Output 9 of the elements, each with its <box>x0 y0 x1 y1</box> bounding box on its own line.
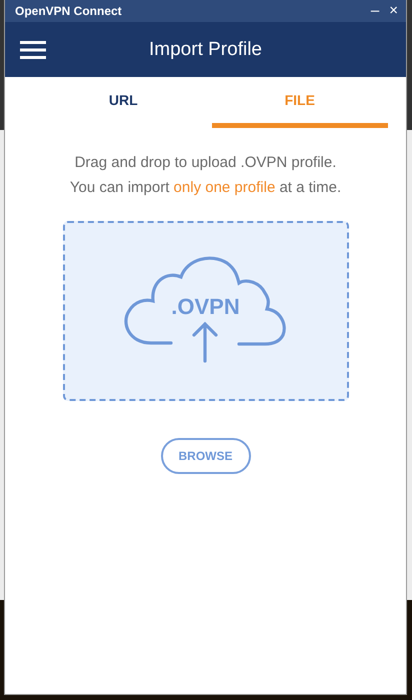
page-title: Import Profile <box>149 38 262 60</box>
tab[interactable]: URL <box>35 77 212 128</box>
window-title: OpenVPN Connect <box>15 4 122 18</box>
minimize-button[interactable]: – <box>366 2 384 20</box>
menu-icon[interactable] <box>20 40 46 60</box>
file-type-label: .OVPN <box>171 294 240 320</box>
instruction-text: Drag and drop to upload .OVPN profile. <box>74 153 338 173</box>
close-button[interactable]: × <box>385 2 402 20</box>
instruction-text: You can import only one profile at a time. <box>70 178 342 198</box>
